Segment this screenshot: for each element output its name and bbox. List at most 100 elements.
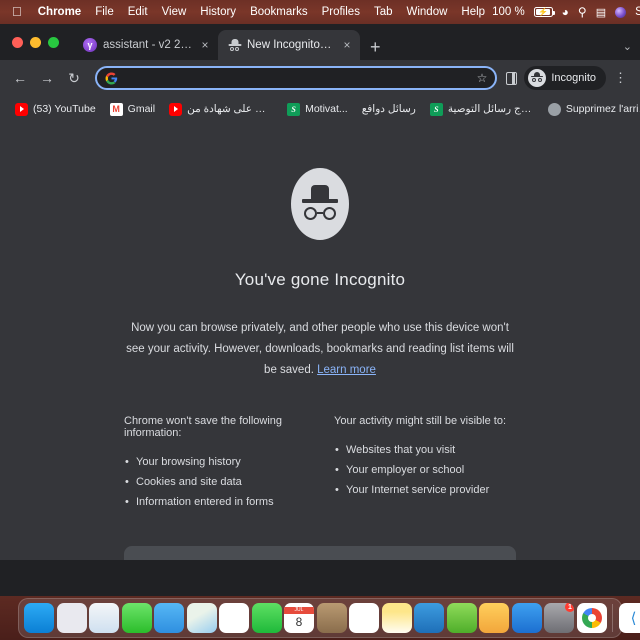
info-columns: Chrome won't save the following informat… xyxy=(124,415,516,512)
cookie-card-title: Block third-party cookies xyxy=(140,559,458,560)
bookmark-label: Gmail xyxy=(127,103,156,115)
menu-file[interactable]: File xyxy=(88,6,121,18)
dock-app-google-chrome[interactable] xyxy=(576,603,607,633)
list-item: Information entered in forms xyxy=(124,492,306,512)
maximize-window-button[interactable] xyxy=(48,36,59,48)
incognito-icon xyxy=(228,39,241,51)
bookmark-label: تحصل على شهادة من... xyxy=(187,103,273,115)
column-not-saved: Chrome won't save the following informat… xyxy=(124,415,306,512)
tab-title: assistant - v2 2023-07-08 10: xyxy=(103,39,192,51)
dock-app-system-settings[interactable]: 1 xyxy=(544,603,574,633)
menu-help[interactable]: Help xyxy=(454,6,492,18)
new-tab-button[interactable]: + xyxy=(360,38,391,60)
sheets-icon: S xyxy=(287,102,301,116)
bookmark-label: نماذج رسائل التوصية... xyxy=(447,103,534,115)
dock-app-vs-code[interactable]: ⟨ xyxy=(618,603,640,633)
dock-app-keynote[interactable] xyxy=(414,603,444,633)
menu-profiles[interactable]: Profiles xyxy=(315,6,367,18)
apple-icon[interactable]:  xyxy=(6,5,31,20)
sheets-icon: S xyxy=(429,102,443,116)
macos-menu-bar:  Chrome File Edit View History Bookmark… xyxy=(0,0,640,24)
tab-strip: γ assistant - v2 2023-07-08 10: × New In… xyxy=(0,24,640,60)
dock-app-calendar[interactable]: JUL 8 xyxy=(284,603,314,633)
menu-bookmarks[interactable]: Bookmarks xyxy=(243,6,315,18)
incognito-spy-icon xyxy=(291,168,349,240)
macos-dock: JUL 8 1 ⟨ ╱ Aa xyxy=(18,598,640,638)
google-g-icon xyxy=(105,72,118,84)
bookmark-arabic-motives[interactable]: رسائل دوافع xyxy=(355,103,423,115)
address-bar[interactable]: ☆ xyxy=(95,66,498,90)
gmail-icon: M xyxy=(109,102,123,116)
list-item: Your Internet service provider xyxy=(334,480,516,500)
siri-icon[interactable] xyxy=(615,6,627,18)
battery-percent-label: 100 % xyxy=(482,6,525,18)
list-item: Your employer or school xyxy=(334,460,516,480)
side-panel-icon[interactable] xyxy=(506,71,518,85)
dock-app-maps[interactable] xyxy=(186,603,217,633)
dock-app-messages[interactable] xyxy=(121,603,152,633)
dock-app-facetime[interactable] xyxy=(251,603,282,633)
dock-app-pages[interactable] xyxy=(479,603,509,633)
bookmark-gmail[interactable]: M Gmail xyxy=(103,102,162,116)
close-tab-button[interactable]: × xyxy=(198,38,212,52)
block-third-party-cookies-card: Block third-party cookies When on, sites… xyxy=(124,546,516,560)
bookmark-youtube[interactable]: (53) YouTube xyxy=(8,102,103,116)
control-center-icon[interactable]: ▤ xyxy=(596,6,606,19)
incognito-icon xyxy=(528,69,547,87)
tab-search-chevron-down-icon[interactable]: ⌄ xyxy=(623,40,632,53)
notification-badge: 1 xyxy=(565,603,574,612)
menu-window[interactable]: Window xyxy=(400,6,455,18)
tab-assistant[interactable]: γ assistant - v2 2023-07-08 10: × xyxy=(73,30,218,60)
list-item: Cookies and site data xyxy=(124,472,306,492)
column-list: Websites that you visit Your employer or… xyxy=(334,440,516,500)
dock-app-notes[interactable] xyxy=(381,603,412,633)
menu-chrome[interactable]: Chrome xyxy=(31,6,88,18)
menu-history[interactable]: History xyxy=(193,6,243,18)
reload-button[interactable]: ↻ xyxy=(62,66,86,90)
dock-app-numbers[interactable] xyxy=(446,603,477,633)
wifi-icon[interactable]: ◕ xyxy=(562,5,569,19)
bookmark-supprimez[interactable]: Supprimez l'arrièr... xyxy=(541,102,640,116)
forward-button[interactable]: → xyxy=(35,66,59,90)
close-window-button[interactable] xyxy=(12,36,23,48)
bookmark-motivation[interactable]: S Motivat... xyxy=(280,102,355,116)
bookmark-label: Supprimez l'arrièr... xyxy=(565,103,640,115)
dock-app-finder[interactable] xyxy=(24,603,54,633)
youtube-icon xyxy=(169,102,183,116)
dock-app-safari[interactable] xyxy=(89,603,119,633)
list-item: Websites that you visit xyxy=(334,440,516,460)
chrome-window: γ assistant - v2 2023-07-08 10: × New In… xyxy=(0,24,640,596)
clock-label[interactable]: Sat 8. Jul 12:54 xyxy=(635,6,640,18)
youtube-icon xyxy=(15,102,28,116)
tab-new-incognito[interactable]: New Incognito tab × xyxy=(218,30,360,60)
bookmarks-bar: (53) YouTube M Gmail تحصل على شهادة من..… xyxy=(0,96,640,122)
bookmark-label: (53) YouTube xyxy=(33,103,96,115)
window-traffic-lights xyxy=(8,24,73,60)
address-bar-input[interactable] xyxy=(126,72,469,84)
learn-more-link[interactable]: Learn more xyxy=(317,364,376,376)
dock-app-reminders[interactable] xyxy=(349,603,379,633)
profile-incognito-button[interactable]: Incognito xyxy=(524,66,606,90)
close-tab-button[interactable]: × xyxy=(340,38,354,52)
bookmark-arabic-certificate[interactable]: تحصل على شهادة من... xyxy=(162,102,280,116)
chrome-menu-button[interactable]: ⋮ xyxy=(609,71,632,84)
generic-page-icon xyxy=(547,102,561,116)
column-visible-to: Your activity might still be visible to:… xyxy=(334,415,516,512)
dock-separator xyxy=(612,604,613,632)
dock-app-photos[interactable] xyxy=(219,603,249,633)
minimize-window-button[interactable] xyxy=(30,36,41,48)
dock-app-mail[interactable] xyxy=(154,603,184,633)
dock-app-launchpad[interactable] xyxy=(56,603,87,633)
desktop-wallpaper: JUL 8 1 ⟨ ╱ Aa xyxy=(0,596,640,640)
menu-edit[interactable]: Edit xyxy=(121,6,155,18)
spotlight-search-icon[interactable]: ⚲ xyxy=(578,5,587,19)
menu-tab[interactable]: Tab xyxy=(367,6,400,18)
dock-app-app-store[interactable] xyxy=(511,603,542,633)
assistant-favicon: γ xyxy=(83,38,97,52)
back-button[interactable]: ← xyxy=(8,66,32,90)
bookmark-star-icon[interactable]: ☆ xyxy=(477,71,488,85)
bookmark-arabic-templates[interactable]: S نماذج رسائل التوصية... xyxy=(423,102,541,116)
dock-app-contacts[interactable] xyxy=(316,603,347,633)
menu-view[interactable]: View xyxy=(155,6,194,18)
battery-charging-icon[interactable]: ⚡ xyxy=(533,7,555,17)
